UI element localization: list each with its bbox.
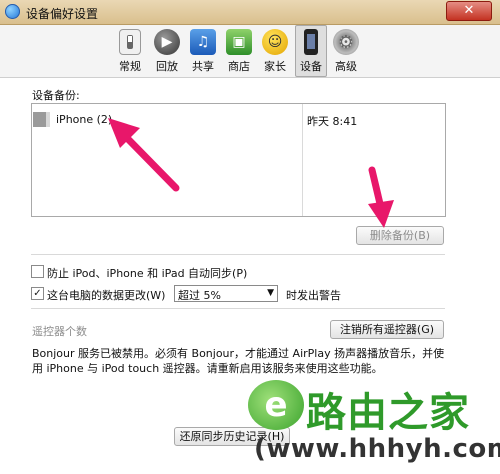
play-icon: ▶ <box>154 29 180 55</box>
itunes-app-icon <box>5 4 20 19</box>
device-thumbnail <box>33 112 46 127</box>
warn-threshold-value: 超过 5% <box>178 289 221 302</box>
divider <box>31 254 445 255</box>
switch-icon <box>119 29 141 55</box>
preferences-toolbar: 常规 ▶ 回放 ♫ 共享 ▣ 商店 ☺ 家长 设备 ⚙ 高级 <box>0 25 500 78</box>
tab-general[interactable]: 常规 <box>115 26 145 76</box>
title-bar: 设备偏好设置 ✕ <box>0 0 500 25</box>
backup-list[interactable]: iPhone (2) 昨天 8:41 <box>31 103 446 217</box>
warn-change-checkbox[interactable]: ✓ <box>31 287 44 300</box>
prevent-sync-checkbox[interactable] <box>31 265 44 278</box>
iphone-icon <box>304 29 318 55</box>
tab-advanced[interactable]: ⚙ 高级 <box>331 26 361 76</box>
warn-suffix-label: 时发出警告 <box>286 289 341 302</box>
column-divider <box>302 104 303 216</box>
parental-icon: ☺ <box>262 29 288 55</box>
device-thumbnail-edge <box>46 112 50 127</box>
watermark-logo: e <box>248 380 304 430</box>
bonjour-notice: Bonjour 服务已被禁用。必须有 Bonjour，才能通过 AirPlay … <box>32 347 445 375</box>
delete-backup-button[interactable]: 删除备份(B) <box>356 226 444 245</box>
watermark-url: (www.hhhyh.com) <box>254 434 500 464</box>
tab-parental[interactable]: ☺ 家长 <box>260 26 290 76</box>
tab-store[interactable]: ▣ 商店 <box>224 26 254 76</box>
forget-remotes-button[interactable]: 注销所有遥控器(G) <box>330 320 444 339</box>
gear-icon: ⚙ <box>333 29 359 55</box>
store-bag-icon: ▣ <box>226 29 252 55</box>
prevent-sync-label: 防止 iPod、iPhone 和 iPad 自动同步(P) <box>47 267 248 280</box>
remotes-label: 遥控器个数 <box>32 325 87 338</box>
backup-device-name: iPhone (2) <box>56 113 113 126</box>
backup-time: 昨天 8:41 <box>307 115 358 128</box>
close-button[interactable]: ✕ <box>446 1 492 21</box>
chevron-down-icon: ▼ <box>267 288 274 298</box>
backups-label: 设备备份: <box>32 89 80 102</box>
window-title: 设备偏好设置 <box>26 7 99 21</box>
tab-playback[interactable]: ▶ 回放 <box>152 26 182 76</box>
warn-change-label: 这台电脑的数据更改(W) <box>47 289 166 302</box>
watermark-name: 路由之家 <box>306 390 470 436</box>
tab-sharing[interactable]: ♫ 共享 <box>188 26 218 76</box>
divider <box>31 308 445 309</box>
watermark: e 路由之家 (www.hhhyh.com) <box>246 376 500 474</box>
warn-threshold-select[interactable]: 超过 5% ▼ <box>174 285 278 302</box>
music-icon: ♫ <box>190 29 216 55</box>
tab-devices[interactable]: 设备 <box>295 25 327 77</box>
